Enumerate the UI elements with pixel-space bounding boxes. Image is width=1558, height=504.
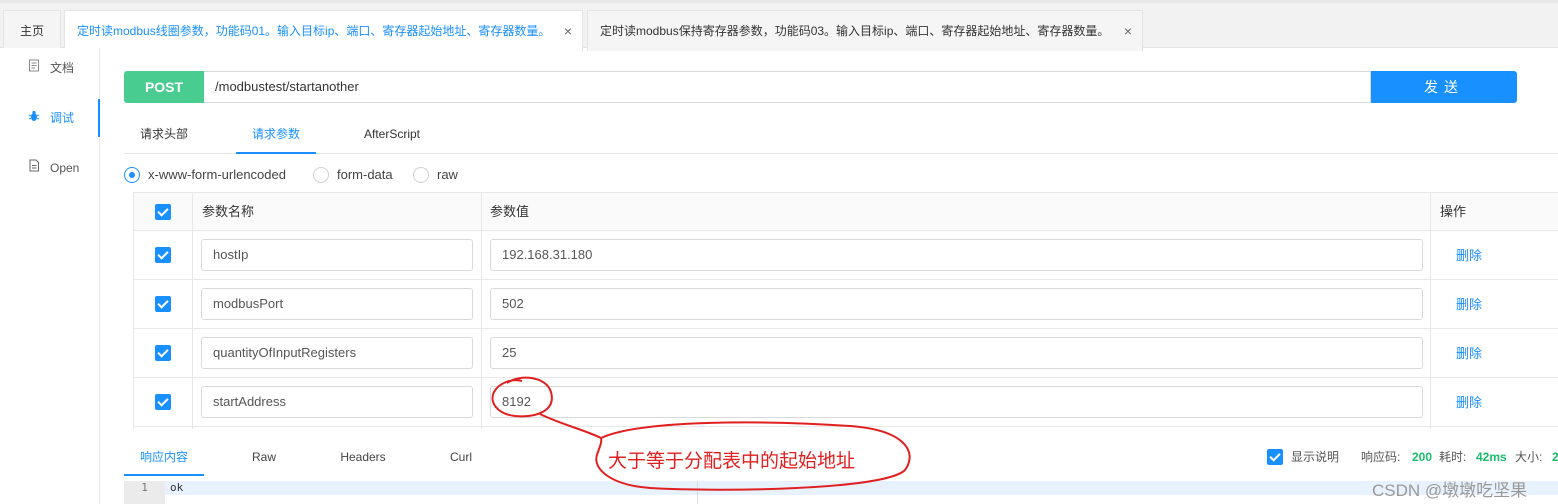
tab-response-content[interactable]: 响应内容 xyxy=(124,440,204,476)
tab-request-headers[interactable]: 请求头部 xyxy=(124,115,204,154)
row-checkbox[interactable] xyxy=(155,296,171,312)
request-subtabs: 请求头部 请求参数 AfterScript xyxy=(124,115,1558,154)
sidebar-item-open[interactable]: Open xyxy=(0,149,100,187)
header-param-value: 参数值 xyxy=(490,204,530,219)
delete-link[interactable]: 删除 xyxy=(1456,378,1482,427)
tab-response-curl[interactable]: Curl xyxy=(440,440,482,476)
header-action: 操作 xyxy=(1440,204,1467,219)
row-checkbox[interactable] xyxy=(155,394,171,410)
tab-response-raw[interactable]: Raw xyxy=(236,440,292,476)
send-button[interactable]: 发送 xyxy=(1371,71,1517,103)
document-icon xyxy=(27,49,41,87)
header-param-name: 参数名称 xyxy=(202,204,255,219)
delete-link[interactable]: 删除 xyxy=(1456,231,1482,280)
sidebar-item-label: 调试 xyxy=(50,111,75,125)
response-meta: 显示说明 响应码: 200 耗时: 42ms 大小: 2 xyxy=(1267,449,1558,465)
time-value: 42ms xyxy=(1476,450,1507,464)
params-table: 参数名称 参数值 操作 hostIp 192.168.31.180 删除 mod… xyxy=(133,192,1558,429)
tab-request-params[interactable]: 请求参数 xyxy=(236,115,316,154)
table-row: startAddress 8192 删除 xyxy=(133,378,1558,427)
radio-dot xyxy=(124,167,140,183)
tab-modbus-coil-label: 定时读modbus线圈参数，功能码01。输入目标ip、端口、寄存器起始地址、寄存… xyxy=(77,24,551,38)
close-icon[interactable]: × xyxy=(564,11,572,51)
radio-form-data[interactable]: form-data xyxy=(313,166,403,184)
column-divider xyxy=(481,193,482,429)
column-divider xyxy=(133,193,134,429)
active-line-highlight xyxy=(165,481,1558,495)
param-name-input[interactable]: quantityOfInputRegisters xyxy=(201,337,473,369)
size-label: 大小: xyxy=(1515,450,1543,464)
show-desc-checkbox[interactable] xyxy=(1267,449,1283,465)
tab-modbus-holding-label: 定时读modbus保持寄存器参数，功能码03。输入目标ip、端口、寄存器起始地址… xyxy=(600,24,1110,38)
sidebar-item-debug[interactable]: 调试 xyxy=(0,99,100,137)
tab-home[interactable]: 主页 xyxy=(3,10,61,51)
radio-dot xyxy=(413,167,429,183)
tab-afterscript[interactable]: AfterScript xyxy=(350,115,434,154)
response-body-text: ok xyxy=(170,481,184,494)
radio-raw[interactable]: raw xyxy=(413,166,473,184)
table-row: hostIp 192.168.31.180 删除 xyxy=(133,231,1558,280)
close-icon[interactable]: × xyxy=(1124,11,1132,51)
row-checkbox[interactable] xyxy=(155,247,171,263)
radio-label: raw xyxy=(437,167,458,182)
sidebar-item-docs[interactable]: 文档 xyxy=(0,49,100,87)
param-name-input[interactable]: modbusPort xyxy=(201,288,473,320)
url-input[interactable]: /modbustest/startanother xyxy=(204,71,1371,103)
param-value-input[interactable]: 25 xyxy=(490,337,1423,369)
app-root: 主页 定时读modbus线圈参数，功能码01。输入目标ip、端口、寄存器起始地址… xyxy=(0,0,1558,504)
row-checkbox[interactable] xyxy=(155,345,171,361)
sidebar-item-label: 文档 xyxy=(50,61,75,75)
http-method-badge: POST xyxy=(124,71,204,103)
select-all-checkbox[interactable] xyxy=(155,204,171,220)
column-divider xyxy=(192,193,193,429)
radio-urlencoded[interactable]: x-www-form-urlencoded xyxy=(124,166,304,184)
param-value-input[interactable]: 192.168.31.180 xyxy=(490,239,1423,271)
param-value-input[interactable]: 8192 xyxy=(490,386,1423,418)
param-name-input[interactable]: hostIp xyxy=(201,239,473,271)
editor-divider xyxy=(697,481,698,504)
column-divider xyxy=(1430,193,1431,429)
side-nav: 文档 调试 Open xyxy=(0,48,100,504)
radio-dot xyxy=(313,167,329,183)
table-row: quantityOfInputRegisters 25 删除 xyxy=(133,329,1558,378)
tab-bar: 主页 定时读modbus线圈参数，功能码01。输入目标ip、端口、寄存器起始地址… xyxy=(0,0,1558,52)
table-row: modbusPort 502 删除 xyxy=(133,280,1558,329)
file-icon xyxy=(27,149,41,187)
tab-response-headers[interactable]: Headers xyxy=(330,440,396,476)
tab-modbus-holding[interactable]: 定时读modbus保持寄存器参数，功能码03。输入目标ip、端口、寄存器起始地址… xyxy=(587,10,1143,51)
delete-link[interactable]: 删除 xyxy=(1456,329,1482,378)
param-value-input[interactable]: 502 xyxy=(490,288,1423,320)
radio-label: form-data xyxy=(337,167,393,182)
tab-modbus-coil[interactable]: 定时读modbus线圈参数，功能码01。输入目标ip、端口、寄存器起始地址、寄存… xyxy=(64,10,583,52)
size-value: 2 xyxy=(1552,450,1558,464)
time-label: 耗时: xyxy=(1439,450,1467,464)
param-name-input[interactable]: startAddress xyxy=(201,386,473,418)
line-number: 1 xyxy=(124,481,165,504)
watermark: CSDN @墩墩吃坚果 xyxy=(1372,481,1528,500)
response-body-editor[interactable]: 1 ok xyxy=(124,481,1558,504)
annotation-text: 大于等于分配表中的起始地址 xyxy=(608,451,856,472)
delete-link[interactable]: 删除 xyxy=(1456,280,1482,329)
status-code-label: 响应码: xyxy=(1361,450,1401,464)
bug-icon xyxy=(27,99,41,137)
status-code-value: 200 xyxy=(1412,450,1433,464)
sidebar-item-label: Open xyxy=(50,161,80,175)
show-desc-label: 显示说明 xyxy=(1291,450,1340,464)
radio-label: x-www-form-urlencoded xyxy=(148,167,286,182)
table-header: 参数名称 参数值 操作 xyxy=(133,193,1558,231)
tab-home-label: 主页 xyxy=(19,24,44,38)
